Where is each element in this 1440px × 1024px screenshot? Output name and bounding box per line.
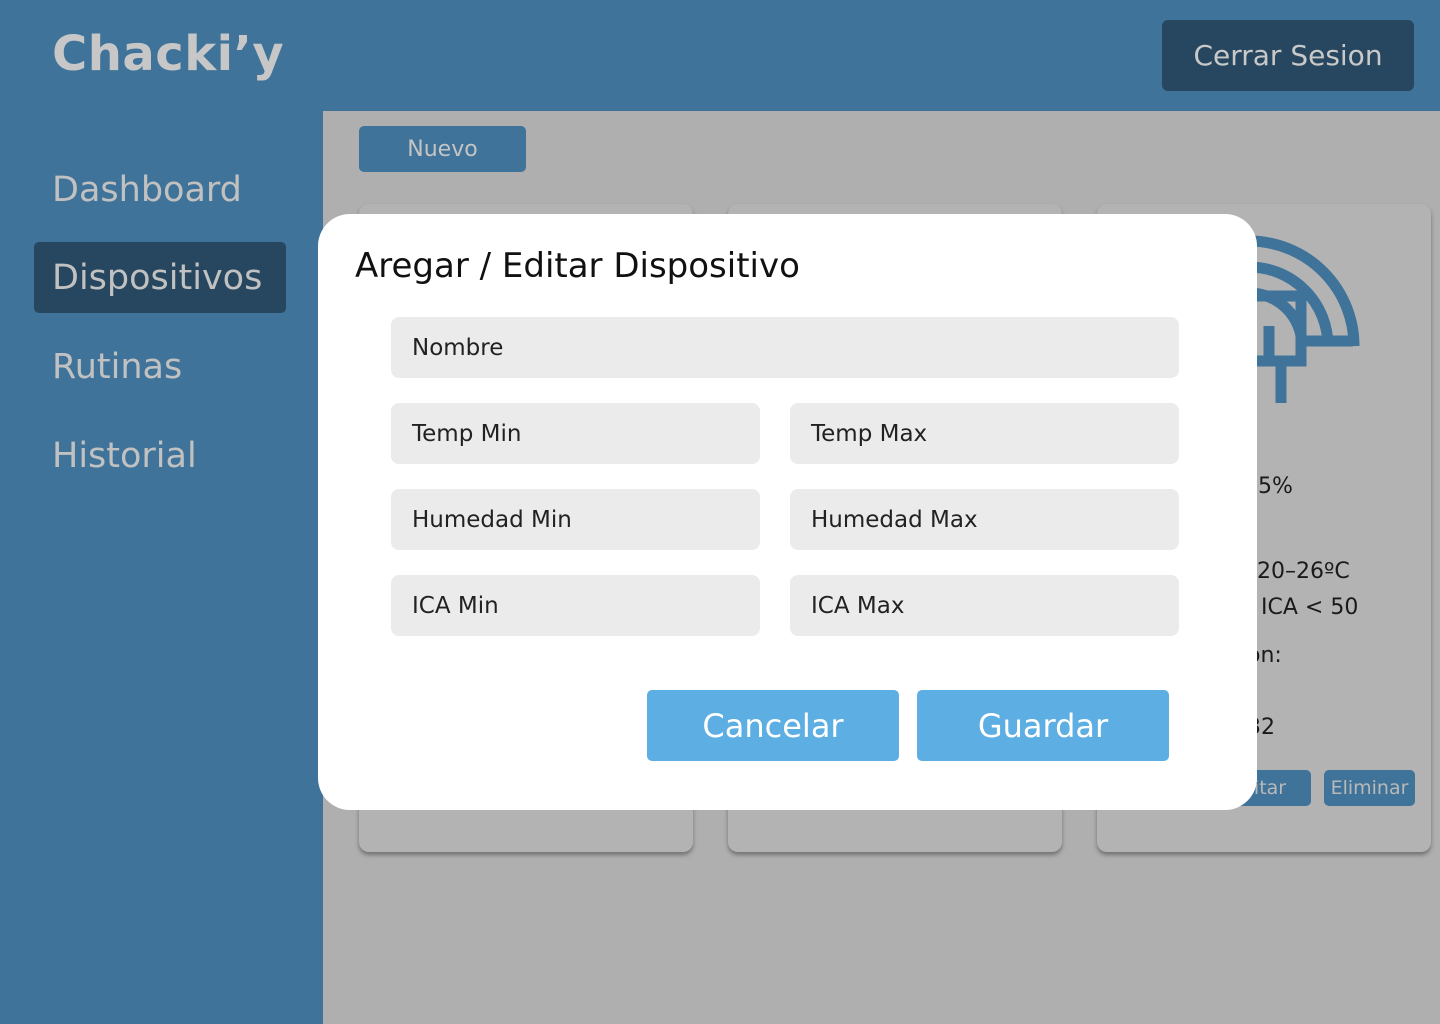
sidebar-item-dashboard[interactable]: Dashboard [34, 154, 286, 225]
delete-button[interactable]: Eliminar [1324, 770, 1415, 806]
ica-min-input[interactable]: ICA Min [391, 575, 760, 636]
device-form-modal: Aregar / Editar Dispositivo Nombre Temp … [318, 214, 1257, 810]
logout-button[interactable]: Cerrar Sesion [1162, 20, 1414, 91]
nombre-input[interactable]: Nombre [391, 317, 1179, 378]
card-ica-text: ICA < 50 [1261, 595, 1359, 620]
top-bar: Chacki’y Cerrar Sesion [0, 0, 1440, 111]
humedad-max-input[interactable]: Humedad Max [790, 489, 1179, 550]
ica-max-input[interactable]: ICA Max [790, 575, 1179, 636]
brand-logo: Chacki’y [52, 26, 285, 82]
card-humidity-text: 5% [1258, 474, 1293, 499]
modal-title: Aregar / Editar Dispositivo [355, 246, 800, 286]
sidebar-item-rutinas[interactable]: Rutinas [34, 331, 286, 402]
humedad-min-input[interactable]: Humedad Min [391, 489, 760, 550]
new-device-button[interactable]: Nuevo [359, 126, 526, 172]
sidebar-item-dispositivos[interactable]: Dispositivos [34, 242, 286, 313]
sidebar-item-historial[interactable]: Historial [34, 420, 286, 491]
temp-max-input[interactable]: Temp Max [790, 403, 1179, 464]
cancel-button[interactable]: Cancelar [647, 690, 899, 761]
save-button[interactable]: Guardar [917, 690, 1169, 761]
card-temp-range-text: 20–26ºC [1257, 559, 1350, 584]
sidebar: Dashboard Dispositivos Rutinas Historial [0, 111, 323, 1024]
temp-min-input[interactable]: Temp Min [391, 403, 760, 464]
